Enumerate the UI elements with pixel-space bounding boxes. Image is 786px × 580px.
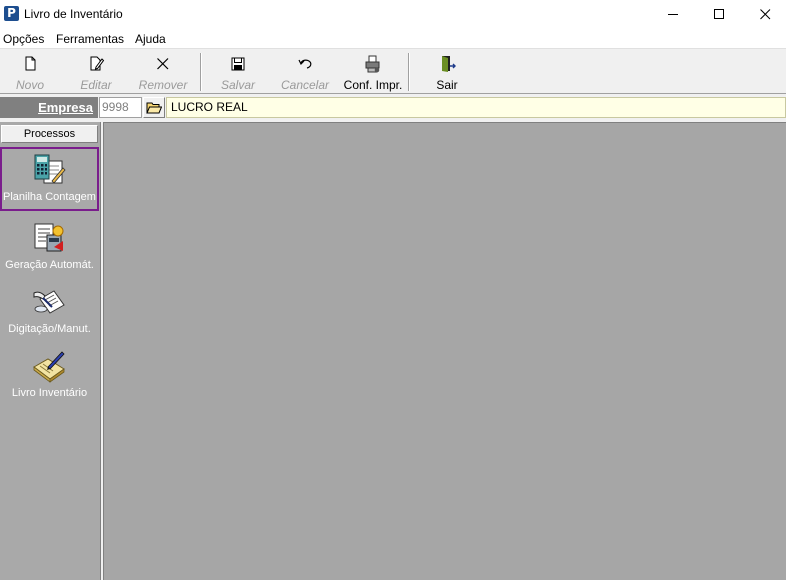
- empresa-row: Empresa 9998 LUCRO REAL: [0, 95, 786, 120]
- printer-settings-icon: [365, 55, 380, 73]
- sidebar-item-geracao-automatica[interactable]: Geração Automát.: [0, 215, 99, 277]
- save-icon: [231, 57, 245, 71]
- window-title: Livro de Inventário: [24, 7, 123, 21]
- editar-button[interactable]: Editar: [66, 51, 126, 93]
- cancelar-label: Cancelar: [280, 78, 330, 92]
- empresa-label: Empresa: [0, 97, 98, 118]
- undo-icon: [298, 59, 312, 69]
- sidebar-item-label: Planilha Contagem: [3, 191, 96, 203]
- edit-icon: [90, 56, 105, 71]
- sair-label: Sair: [436, 78, 458, 92]
- sidebar-item-livro-inventario[interactable]: Livro Inventário: [0, 343, 99, 405]
- open-folder-icon: [146, 102, 162, 114]
- exit-door-icon: [442, 56, 456, 72]
- processos-sidebar: Processos Planilha Contagem Geração Auto…: [0, 122, 101, 580]
- title-bar: P Livro de Inventário: [0, 0, 786, 29]
- sidebar-item-digitacao-manutencao[interactable]: Digitação/Manut.: [0, 279, 99, 341]
- close-icon: [760, 9, 771, 20]
- sair-button[interactable]: Sair: [420, 51, 474, 93]
- salvar-button[interactable]: Salvar: [208, 51, 268, 93]
- editar-label: Editar: [80, 78, 112, 92]
- menu-ferramentas[interactable]: Ferramentas: [56, 32, 124, 46]
- sidebar-item-label: Livro Inventário: [11, 387, 88, 399]
- minimize-button[interactable]: [650, 0, 696, 29]
- remover-label: Remover: [138, 78, 188, 92]
- sidebar-item-label: Geração Automát.: [5, 259, 94, 271]
- toolbar: Novo Editar Remover Salvar Cancelar Conf…: [0, 48, 786, 94]
- sidebar-item-label: Digitação/Manut.: [8, 323, 91, 335]
- processos-header[interactable]: Processos: [1, 125, 98, 143]
- app-window: P Livro de Inventário Opções Ferramentas…: [0, 0, 786, 580]
- toolbar-separator: [200, 53, 202, 91]
- empresa-label-text: Empresa: [38, 100, 93, 115]
- calculator-sheet-icon: [34, 154, 66, 184]
- minimize-icon: [668, 14, 678, 15]
- maximize-icon: [714, 9, 724, 19]
- conf-impr-label: Conf. Impr.: [343, 78, 403, 92]
- novo-button[interactable]: Novo: [0, 51, 60, 93]
- new-document-icon: [25, 56, 36, 71]
- toolbar-separator: [408, 53, 410, 91]
- main-workspace: [103, 122, 786, 580]
- maximize-button[interactable]: [696, 0, 742, 29]
- sidebar-item-planilha-contagem[interactable]: Planilha Contagem: [0, 147, 99, 211]
- salvar-label: Salvar: [220, 78, 255, 92]
- inventory-book-icon: [33, 351, 65, 383]
- menu-bar: Opções Ferramentas Ajuda: [0, 29, 786, 48]
- remover-button[interactable]: Remover: [132, 51, 194, 93]
- menu-ajuda[interactable]: Ajuda: [135, 32, 166, 46]
- empresa-name-field: LUCRO REAL: [166, 97, 786, 118]
- browse-empresa-button[interactable]: [143, 97, 165, 118]
- novo-label: Novo: [15, 78, 44, 92]
- empresa-code-field[interactable]: 9998: [99, 97, 142, 118]
- auto-generation-icon: [34, 223, 64, 252]
- conf-impr-button[interactable]: Conf. Impr.: [340, 51, 406, 93]
- manual-entry-icon: [33, 290, 65, 314]
- close-button[interactable]: [742, 0, 786, 29]
- menu-opcoes[interactable]: Opções: [3, 32, 44, 46]
- cancelar-button[interactable]: Cancelar: [274, 51, 336, 93]
- app-p-icon: P: [4, 6, 19, 21]
- remove-icon: [157, 58, 169, 70]
